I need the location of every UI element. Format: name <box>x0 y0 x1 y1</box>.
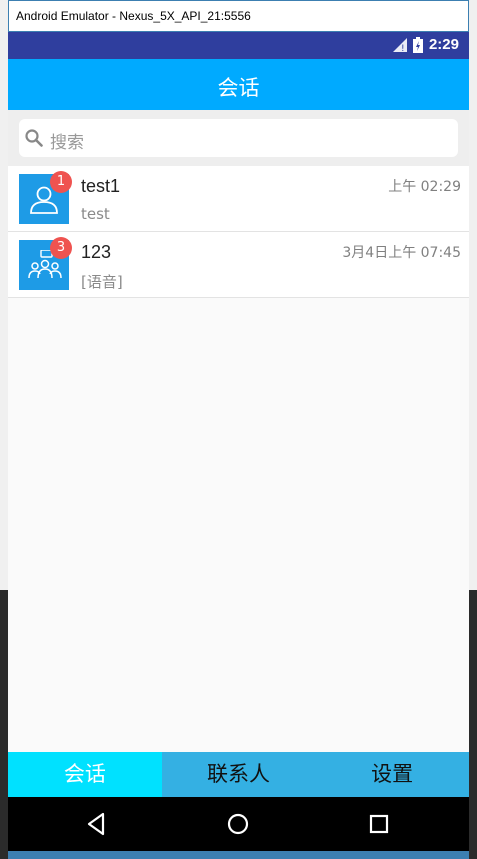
app-bar: 会话 <box>8 59 469 110</box>
search-container: 搜索 <box>8 110 469 166</box>
back-icon[interactable] <box>84 811 110 837</box>
android-nav-bar <box>8 797 469 851</box>
android-status-bar: ! 2:29 <box>8 32 469 59</box>
signal-icon: ! <box>392 37 407 52</box>
tab-conversations[interactable]: 会话 <box>8 752 162 797</box>
search-icon <box>25 129 43 147</box>
conversation-time: 上午 02:29 <box>388 179 461 195</box>
battery-charging-icon <box>412 36 423 53</box>
page-title: 会话 <box>217 76 260 100</box>
tab-contacts[interactable]: 联系人 <box>162 752 316 797</box>
conversation-item[interactable]: 1 test1 test 上午 02:29 <box>8 166 469 232</box>
unread-badge: 1 <box>50 171 72 193</box>
svg-text:!: ! <box>401 44 405 52</box>
conversation-item[interactable]: 3 123 [语音] 3月4日上午 07:45 <box>8 232 469 298</box>
conversation-last-message: test <box>81 205 110 223</box>
emulator-title-bar[interactable]: Android Emulator - Nexus_5X_API_21:5556 <box>8 0 469 32</box>
conversation-name: test1 <box>81 176 121 196</box>
home-icon[interactable] <box>225 811 251 837</box>
conversation-name: 123 <box>81 242 112 262</box>
search-placeholder: 搜索 <box>50 133 84 153</box>
status-time: 2:29 <box>428 36 459 53</box>
conversation-list[interactable]: 1 test1 test 上午 02:29 3 123 [语音] 3月4日上午 … <box>8 166 469 752</box>
tab-settings[interactable]: 设置 <box>315 752 469 797</box>
emulator-frame-bottom <box>8 851 469 859</box>
bottom-tab-bar: 会话 联系人 设置 <box>8 752 469 797</box>
window-title: Android Emulator - Nexus_5X_API_21:5556 <box>16 9 251 23</box>
unread-badge: 3 <box>50 237 72 259</box>
conversation-time: 3月4日上午 07:45 <box>342 245 461 261</box>
conversation-last-message: [语音] <box>81 273 123 291</box>
recents-icon[interactable] <box>366 811 392 837</box>
search-input[interactable]: 搜索 <box>19 119 458 157</box>
